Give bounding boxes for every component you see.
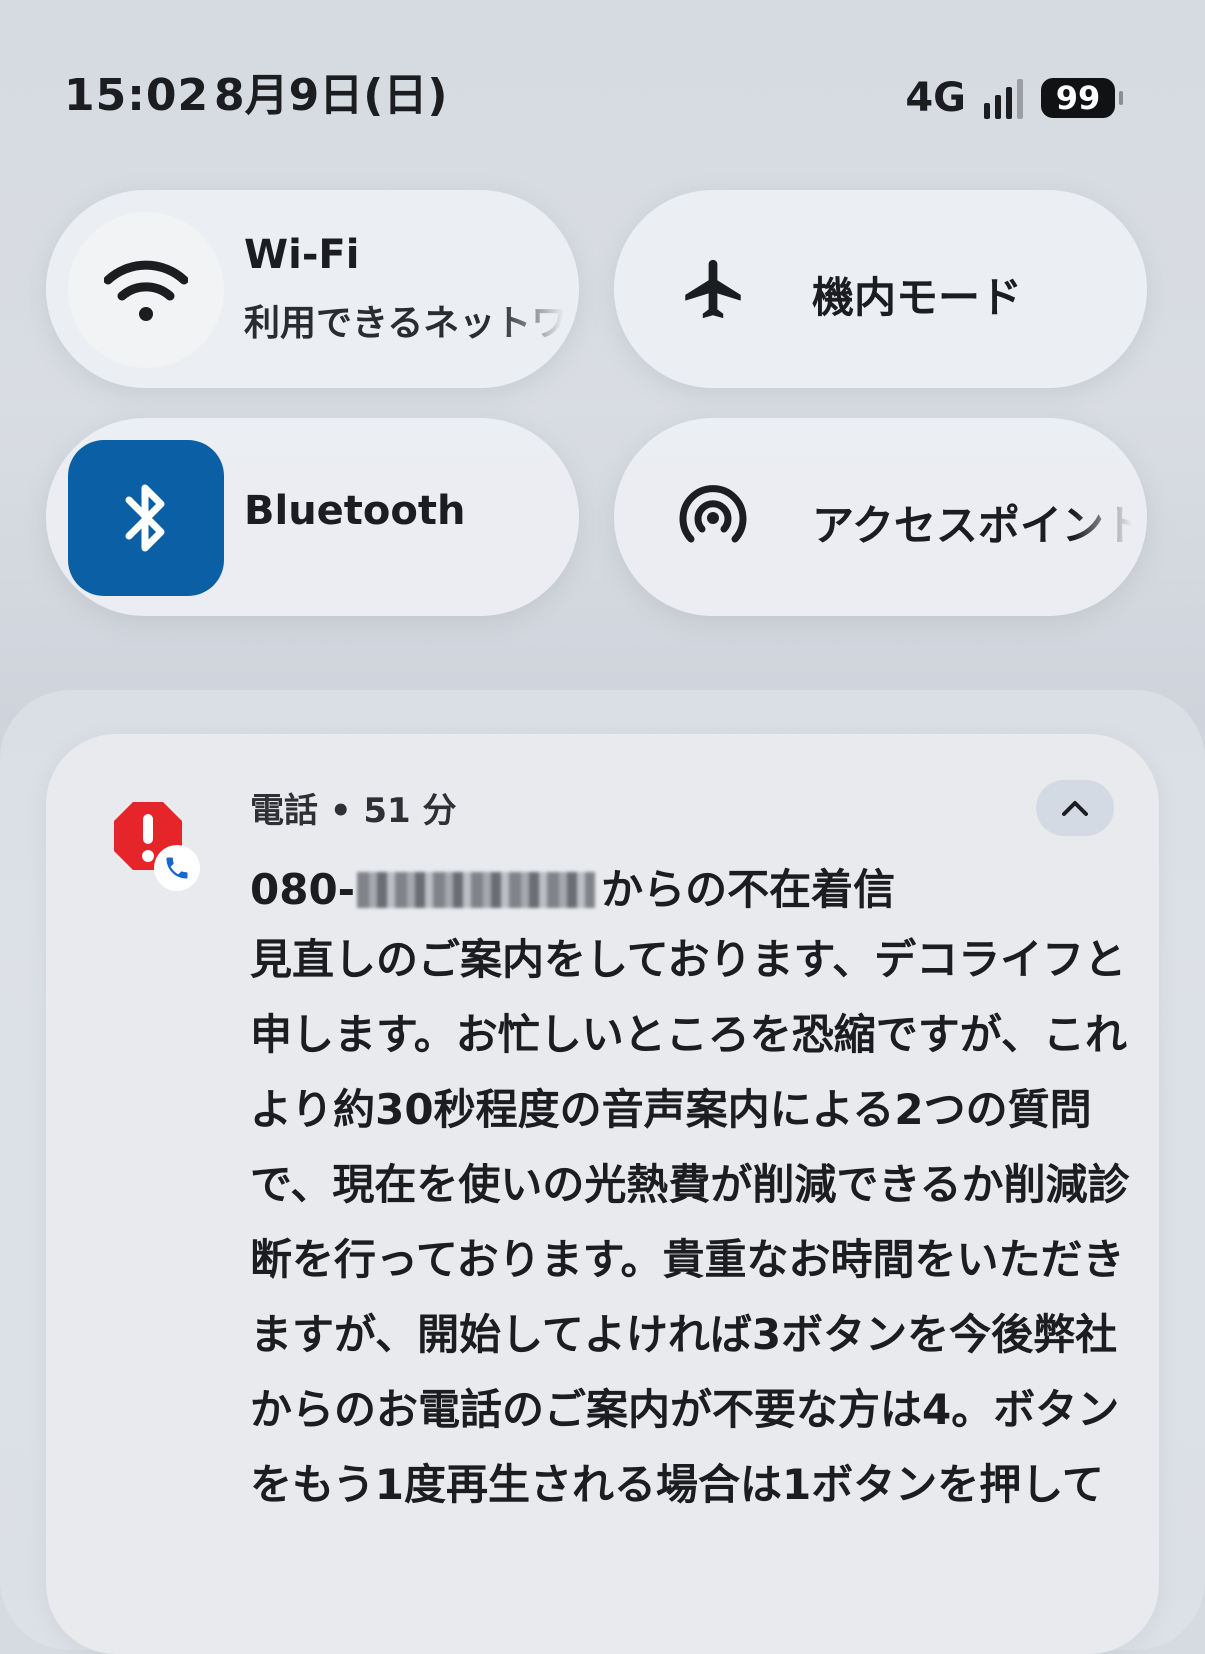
network-type: 4G — [905, 75, 966, 121]
battery-level: 99 — [1055, 79, 1101, 117]
wifi-status: 利用できるネットワーク — [244, 303, 564, 344]
airplane-mode-label: 機内モード — [812, 273, 1023, 322]
bluetooth-tile[interactable]: Bluetooth — [46, 418, 579, 616]
phone-badge — [154, 845, 200, 891]
notification-title: 080- からの不在着信 — [250, 860, 895, 920]
status-bar: 15:02 8月9日(日) 4G 99 — [0, 0, 1205, 190]
status-indicators: 4G 99 — [905, 70, 1123, 126]
phone-icon — [166, 857, 188, 879]
hotspot-tile[interactable]: アクセスポイント — [614, 418, 1147, 616]
wifi-label: Wi-Fi — [244, 232, 360, 278]
status-time: 15:02 — [64, 70, 210, 121]
notification-body: 見直しのご案内をしております、デコライフと申します。お忙しいところを恐縮ですが、… — [250, 935, 1130, 1509]
signal-bars-icon — [984, 77, 1023, 119]
bluetooth-icon — [125, 484, 165, 552]
wifi-tile[interactable]: Wi-Fi 利用できるネットワーク — [46, 190, 579, 388]
notification-header: 電話 • 51 分 — [250, 791, 457, 831]
collapse-button[interactable] — [1036, 780, 1114, 836]
hotspot-icon — [679, 485, 747, 543]
redacted-number — [357, 872, 596, 908]
caller-number-prefix: 080- — [250, 865, 356, 914]
airplane-toggle — [658, 234, 768, 344]
chevron-up-icon — [1062, 801, 1088, 816]
status-date: 8月9日(日) — [214, 70, 448, 121]
airplane-icon — [685, 259, 741, 319]
battery-icon: 99 — [1041, 78, 1123, 118]
airplane-mode-tile[interactable]: 機内モード — [614, 190, 1147, 388]
wifi-toggle[interactable] — [68, 212, 224, 368]
missed-call-text: からの不在着信 — [601, 865, 896, 914]
hotspot-label: アクセスポイント — [812, 501, 1132, 550]
hotspot-toggle — [658, 462, 768, 572]
bluetooth-toggle[interactable] — [68, 440, 224, 596]
wifi-icon — [104, 260, 188, 321]
bluetooth-label: Bluetooth — [244, 488, 466, 534]
